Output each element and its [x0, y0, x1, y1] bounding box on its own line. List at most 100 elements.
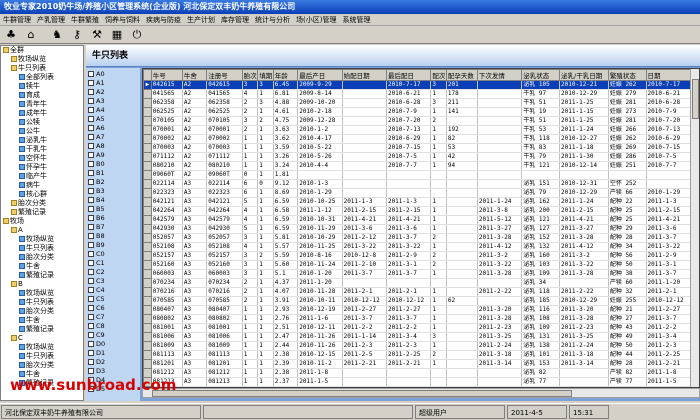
tree-node[interactable]: 全部列表	[1, 73, 83, 82]
table-cell[interactable]: 2011-1-24	[477, 197, 523, 207]
table-cell[interactable]: 2011-2-21	[646, 359, 692, 369]
table-cell[interactable]: 妊娠 255	[608, 296, 647, 306]
table-cell[interactable]: 2011-2-23	[559, 323, 609, 333]
table-cell[interactable]: 配种 49	[608, 332, 647, 342]
row-header[interactable]	[143, 287, 152, 297]
table-cell[interactable]: 1	[257, 359, 274, 369]
table-cell[interactable]: 泌乳 82	[521, 368, 561, 378]
table-cell[interactable]	[446, 305, 478, 315]
table-cell[interactable]: 042615	[151, 80, 183, 90]
table-cell[interactable]: 070105	[151, 116, 183, 126]
table-cell[interactable]: 2011-1-12	[297, 206, 343, 216]
table-cell[interactable]: A3	[182, 260, 208, 270]
checkbox-box[interactable]	[88, 242, 94, 248]
tree-node[interactable]: C	[1, 334, 83, 343]
table-cell[interactable]	[446, 170, 478, 180]
table-cell[interactable]: 妊娠 266	[608, 125, 647, 135]
table-cell[interactable]	[608, 170, 647, 180]
table-cell[interactable]	[559, 278, 609, 288]
table-cell[interactable]: 2011-3-2	[477, 251, 523, 261]
table-cell[interactable]	[430, 377, 447, 387]
table-cell[interactable]: 干乳 19	[521, 107, 561, 117]
table-cell[interactable]: 2011-1-14	[342, 332, 387, 342]
table-cell[interactable]	[297, 170, 343, 180]
table-cell[interactable]: 2011-2-27	[386, 305, 432, 315]
checkbox-box[interactable]	[88, 341, 94, 347]
barn-checkbox[interactable]: D2	[88, 358, 105, 367]
table-cell[interactable]: 泌乳 151	[521, 179, 561, 189]
table-cell[interactable]: 080802	[206, 314, 243, 324]
table-row[interactable]: 081001 A3 081001 1 1 2.51 2010-12-11 2011-2-2 20…	[143, 323, 692, 333]
menu-item[interactable]: 库存管理	[218, 14, 252, 25]
table-cell[interactable]: 2009-10-20	[297, 98, 343, 108]
checkbox-box[interactable]	[88, 188, 94, 194]
tree-node[interactable]: 牛只列表	[1, 352, 83, 361]
table-cell[interactable]	[446, 377, 478, 387]
horizontal-scrollbar[interactable]	[142, 388, 700, 398]
table-cell[interactable]: 1	[257, 287, 274, 297]
table-cell[interactable]: 2010-7-9	[646, 107, 692, 117]
checkbox-box[interactable]	[88, 98, 94, 104]
table-cell[interactable]	[342, 188, 387, 198]
table-cell[interactable]: 041565	[151, 89, 183, 99]
table-cell[interactable]: 2.38	[273, 368, 299, 378]
checkbox-box[interactable]	[88, 305, 94, 311]
table-cell[interactable]: 2010-6-21	[386, 89, 432, 99]
table-cell[interactable]: 081213	[206, 377, 243, 387]
table-cell[interactable]: 2011-2-2	[342, 323, 387, 333]
table-cell[interactable]: 干乳 118	[521, 134, 561, 144]
table-cell[interactable]: 2011-2-1	[646, 287, 692, 297]
table-cell[interactable]: 071112	[151, 152, 183, 162]
table-cell[interactable]: 09060T	[206, 170, 243, 180]
tree-icon[interactable]: ♣	[2, 27, 20, 43]
table-cell[interactable]: 4.37	[273, 278, 299, 288]
table-cell[interactable]: 干乳 121	[521, 161, 561, 171]
horizontal-scroll-thumb[interactable]	[152, 390, 572, 397]
barn-checkbox[interactable]: A4	[88, 106, 105, 115]
table-cell[interactable]: 泌乳 116	[521, 305, 561, 315]
table-cell[interactable]: 2010-6-29	[646, 134, 692, 144]
row-header[interactable]	[143, 179, 152, 189]
row-header[interactable]	[143, 215, 152, 225]
row-header[interactable]	[143, 152, 152, 162]
barn-checkbox[interactable]: B4	[88, 196, 105, 205]
table-cell[interactable]: 1	[430, 296, 447, 306]
table-cell[interactable]: 070003	[151, 143, 183, 153]
table-cell[interactable]: 1	[430, 89, 447, 99]
table-cell[interactable]	[430, 179, 447, 189]
tree-node[interactable]: 牧场纵览	[1, 289, 83, 298]
table-cell[interactable]: 配种 43	[608, 323, 647, 333]
row-header[interactable]	[143, 251, 152, 261]
barn-checkbox[interactable]: C0	[88, 250, 105, 259]
tree-node[interactable]: 繁殖记录	[1, 208, 83, 217]
table-cell[interactable]: 1	[257, 296, 274, 306]
table-row[interactable]: 081006 A3 081006 1 1 2.47 2010-11-26 2011-1-14 2…	[143, 332, 692, 342]
table-cell[interactable]: 2011-1-6	[297, 314, 343, 324]
checkbox-box[interactable]	[88, 260, 94, 266]
table-cell[interactable]: 2.39	[273, 359, 299, 369]
table-cell[interactable]: 1	[257, 215, 274, 225]
table-cell[interactable]: 1	[242, 341, 259, 351]
table-cell[interactable]: 2010-7-15	[646, 143, 692, 153]
table-cell[interactable]: 2011-1-5	[297, 377, 343, 387]
checkbox-box[interactable]	[88, 350, 94, 356]
table-cell[interactable]	[446, 116, 478, 126]
table-cell[interactable]: 2011-2-15	[386, 206, 432, 216]
checkbox-box[interactable]	[88, 368, 94, 374]
table-cell[interactable]: A3	[182, 269, 208, 279]
table-cell[interactable]	[446, 251, 478, 261]
table-cell[interactable]: 09060T	[151, 170, 183, 180]
row-header[interactable]	[143, 197, 152, 207]
row-header[interactable]	[143, 143, 152, 153]
checkbox-box[interactable]	[88, 278, 94, 284]
table-cell[interactable]: 82	[446, 134, 478, 144]
table-cell[interactable]: 产犊 77	[608, 377, 647, 387]
table-cell[interactable]: 泌乳 34	[521, 278, 561, 288]
table-cell[interactable]	[446, 314, 478, 324]
table-cell[interactable]: 1	[430, 215, 447, 225]
table-row[interactable]: 081201 A3 081201 1 1 2.39 2010-11-2 2011-2-21 20…	[143, 359, 692, 369]
barn-checkbox[interactable]: C4	[88, 286, 105, 295]
table-cell[interactable]	[477, 98, 523, 108]
table-cell[interactable]: 070234	[206, 278, 243, 288]
table-cell[interactable]	[477, 161, 523, 171]
